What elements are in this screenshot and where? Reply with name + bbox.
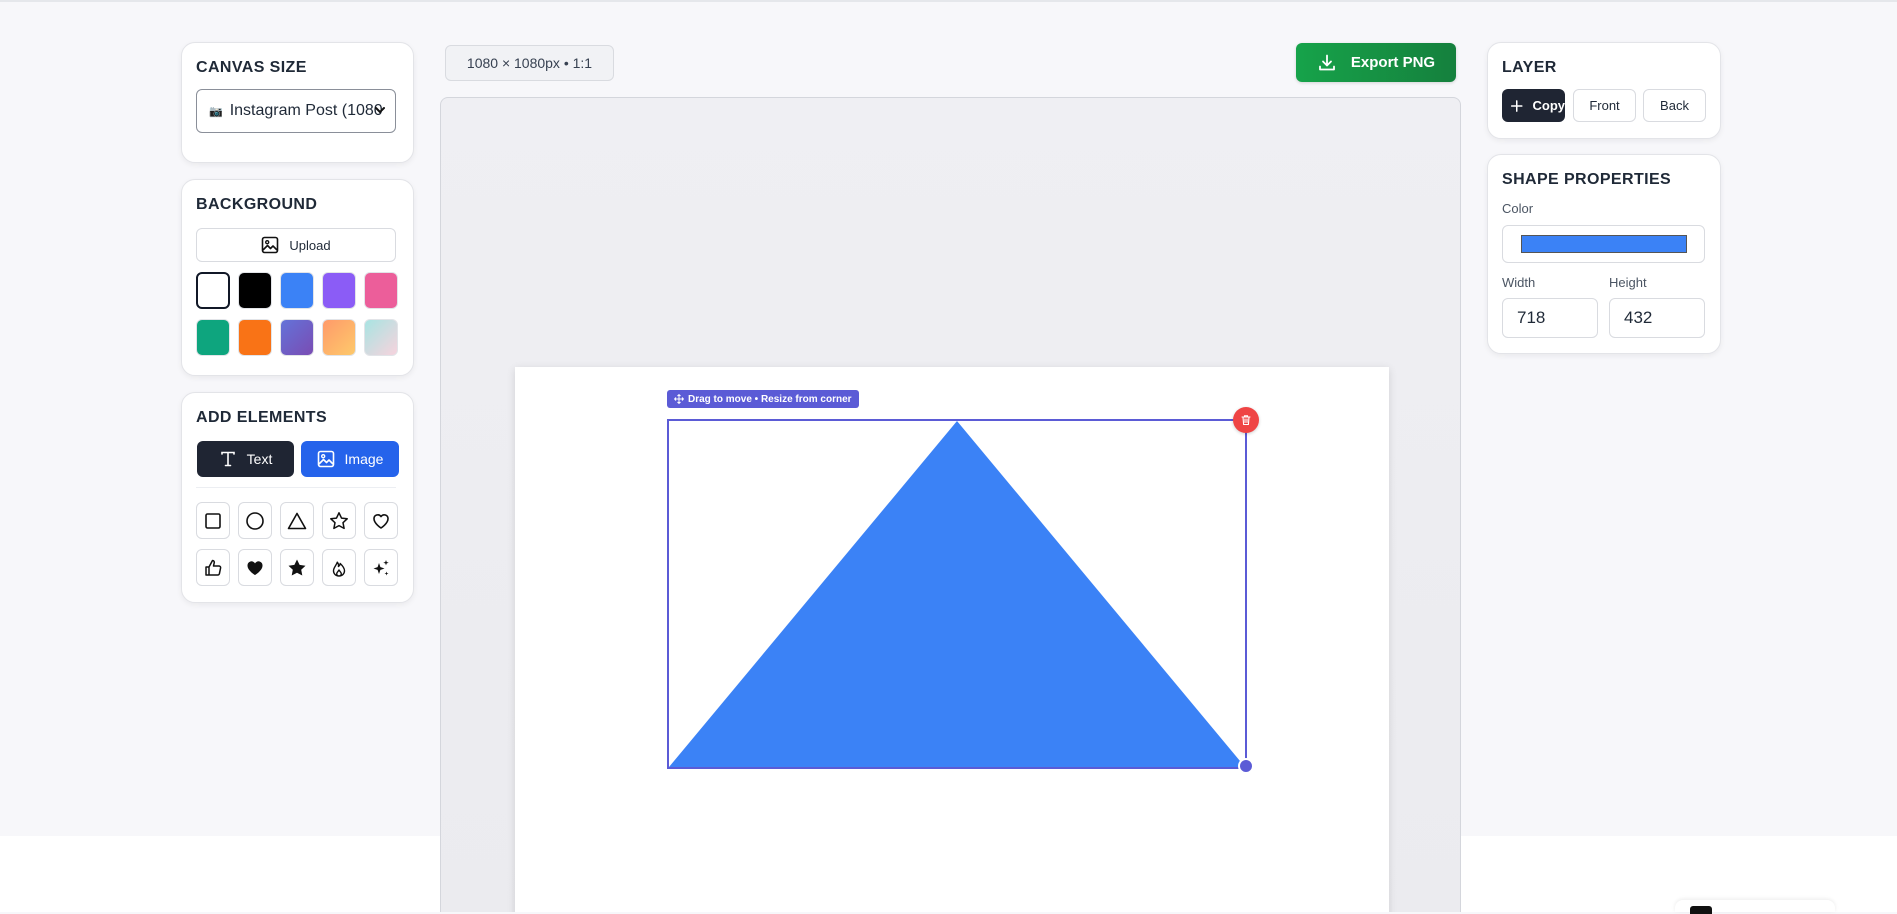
canvas-size-panel: CANVAS SIZE 📷 Instagram Post (1080 <box>181 42 414 163</box>
add-star-button[interactable] <box>322 502 356 539</box>
background-panel: BACKGROUND Upload <box>181 179 414 376</box>
divider <box>196 487 396 488</box>
add-filled-star-button[interactable] <box>280 549 314 586</box>
design-canvas[interactable]: Drag to move • Resize from corner <box>515 367 1389 912</box>
add-filled-heart-button[interactable] <box>238 549 272 586</box>
back-label: Back <box>1660 98 1689 113</box>
plus-icon <box>1510 99 1523 112</box>
panel-title: BACKGROUND <box>196 196 318 213</box>
canvas-dimensions-badge: 1080 × 1080px • 1:1 <box>445 45 614 81</box>
width-label: Width <box>1502 275 1536 290</box>
swatch-green[interactable] <box>196 319 230 356</box>
add-heart-button[interactable] <box>364 502 398 539</box>
floating-widget-tab[interactable] <box>1675 900 1835 914</box>
bring-to-front-button[interactable]: Front <box>1573 89 1636 122</box>
trash-icon <box>1241 415 1251 426</box>
width-input[interactable]: 718 <box>1502 298 1598 338</box>
triangle-shape <box>669 421 1245 767</box>
swatch-indigo-gradient[interactable] <box>280 319 314 356</box>
height-label: Height <box>1609 275 1647 290</box>
swatch-sunset-gradient[interactable] <box>322 319 356 356</box>
top-divider <box>0 0 1897 2</box>
widget-icon <box>1690 906 1712 914</box>
heart-outline-icon <box>373 513 389 529</box>
image-icon <box>262 236 279 254</box>
panel-title: CANVAS SIZE <box>196 59 307 76</box>
copy-layer-button[interactable]: Copy <box>1502 89 1565 122</box>
square-icon <box>205 512 221 529</box>
panel-title: ADD ELEMENTS <box>196 409 328 426</box>
copy-label: Copy <box>1532 98 1566 113</box>
triangle-icon <box>287 512 307 529</box>
flame-icon <box>332 561 346 577</box>
shape-properties-panel: SHAPE PROPERTIES Color Width Height 718 … <box>1487 154 1721 354</box>
front-label: Front <box>1589 98 1620 113</box>
swatch-black[interactable] <box>238 272 272 309</box>
add-image-button[interactable]: Image <box>301 441 399 477</box>
camera-icon: 📷 <box>209 105 223 118</box>
upload-background-button[interactable]: Upload <box>196 228 396 262</box>
panel-title: LAYER <box>1502 59 1557 76</box>
circle-icon <box>246 511 264 530</box>
export-png-button[interactable]: Export PNG <box>1296 43 1456 82</box>
add-thumbs-up-button[interactable] <box>196 549 230 586</box>
move-icon <box>674 394 684 404</box>
add-elements-panel: ADD ELEMENTS Text Image <box>181 392 414 603</box>
selected-shape[interactable] <box>667 419 1247 769</box>
swatch-blue[interactable] <box>280 272 314 309</box>
canvas-workarea: Drag to move • Resize from corner <box>440 97 1461 912</box>
swatch-purple[interactable] <box>322 272 356 309</box>
send-to-back-button[interactable]: Back <box>1643 89 1706 122</box>
add-square-button[interactable] <box>196 502 230 539</box>
heart-filled-icon <box>247 560 263 575</box>
panel-title: SHAPE PROPERTIES <box>1502 171 1672 188</box>
text-icon <box>220 451 235 467</box>
swatch-pink[interactable] <box>364 272 398 309</box>
upload-label: Upload <box>289 237 331 253</box>
thumbs-up-icon <box>205 559 222 576</box>
canvas-size-value: Instagram Post (1080 <box>229 102 383 119</box>
export-label: Export PNG <box>1350 54 1436 71</box>
swatch-orange[interactable] <box>238 319 272 356</box>
color-label: Color <box>1502 201 1534 216</box>
delete-element-button[interactable] <box>1233 407 1259 433</box>
add-circle-button[interactable] <box>238 502 272 539</box>
resize-handle[interactable] <box>1238 758 1254 774</box>
add-sparkles-button[interactable] <box>364 549 398 586</box>
layer-panel: LAYER Copy Front Back <box>1487 42 1721 139</box>
chevron-down-icon <box>375 107 385 113</box>
selection-hint-text: Drag to move • Resize from corner <box>688 393 852 405</box>
text-label: Text <box>246 451 273 467</box>
add-triangle-button[interactable] <box>280 502 314 539</box>
star-outline-icon <box>330 511 348 529</box>
image-icon <box>317 450 334 468</box>
shape-color-picker[interactable] <box>1502 225 1705 263</box>
selection-hint: Drag to move • Resize from corner <box>667 390 859 408</box>
add-text-button[interactable]: Text <box>197 441 294 477</box>
swatch-white[interactable] <box>196 272 230 309</box>
download-icon <box>1319 54 1335 70</box>
star-filled-icon <box>288 559 306 575</box>
image-label: Image <box>344 451 384 467</box>
swatch-aqua-pink-gradient[interactable] <box>364 319 398 356</box>
canvas-size-select[interactable]: 📷 Instagram Post (1080 <box>196 89 396 133</box>
add-flame-button[interactable] <box>322 549 356 586</box>
color-swatch <box>1521 235 1687 253</box>
sparkles-icon <box>373 559 389 575</box>
height-input[interactable]: 432 <box>1609 298 1705 338</box>
